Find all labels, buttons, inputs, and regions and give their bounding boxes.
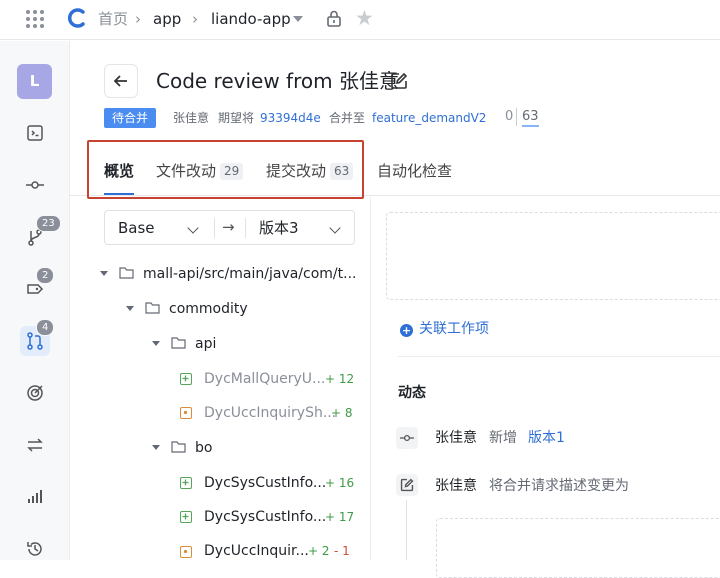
commit-link[interactable]: 93394d4e [260,110,321,126]
back-button[interactable] [104,64,138,98]
link-work-item-label: 关联工作项 [419,321,489,337]
stats-icon[interactable] [20,482,50,512]
tab-label: 自动化检查 [377,162,453,180]
branch-icon[interactable]: 23 [20,215,61,252]
repo-dropdown-icon[interactable] [293,16,303,22]
code-icon[interactable] [20,118,50,148]
app-grid-icon[interactable] [26,10,44,28]
activity-target-link[interactable]: 版本1 [528,429,565,447]
tree-file-item[interactable]: DycMallQueryU... [204,370,325,388]
tree-file-item[interactable]: DycUccInquirySh... [204,404,336,422]
breadcrumb-separator-icon: › [192,10,198,28]
activity-user[interactable]: 张佳意 [435,429,477,447]
activity-user[interactable]: 张佳意 [435,477,477,495]
base-version[interactable]: Base [118,219,155,237]
sync-icon[interactable] [20,430,50,460]
target-icon[interactable] [20,378,50,408]
star-icon[interactable]: ★ [355,6,374,30]
target-version[interactable]: 版本3 [259,219,299,237]
tree-folder-item[interactable]: bo [195,439,212,457]
divider [245,218,246,238]
lock-icon[interactable] [325,9,343,27]
commit-icon [396,427,418,449]
sidebar: L 23 2 4 [0,41,70,560]
tag-icon[interactable]: 2 [20,267,55,304]
logo-icon[interactable] [66,7,88,29]
target-branch-link[interactable]: feature_demandV2 [372,110,486,126]
chevron-down-icon [187,222,199,234]
folder-icon [171,441,186,453]
activity-action: 新增 [489,430,517,446]
tab-auto-check[interactable]: 自动化检查 [377,161,452,181]
caret-down-icon[interactable] [152,445,160,450]
folder-icon [145,302,160,314]
expect-text: 期望将 [218,111,255,125]
author-name: 张佳意 [173,111,210,125]
breadcrumb-home[interactable]: 首页 [98,9,128,29]
description-box[interactable] [386,212,720,300]
additions-count: + 16 [325,476,355,490]
tree-folder-item[interactable]: api [195,335,216,353]
arrow-right-icon: → [222,218,235,236]
description-change-box [436,518,720,578]
edit-icon[interactable] [390,72,408,90]
behind-count: 0 [505,109,514,124]
breadcrumb-repo[interactable]: liando-app [211,9,291,29]
file-modified-icon [180,546,192,558]
file-modified-icon [180,407,192,419]
divider [370,197,371,560]
file-added-icon [180,477,192,489]
avatar[interactable]: L [17,64,52,99]
link-work-item-button[interactable]: + 关联工作项 [400,320,489,338]
tree-file-item[interactable]: DycUccInquir... [204,542,309,560]
divider [398,356,720,357]
caret-down-icon[interactable] [126,306,134,311]
additions-count: + 12 [325,372,355,386]
activity-action: 将合并请求描述变更为 [489,478,629,494]
breadcrumb-project[interactable]: app [153,9,181,29]
timeline-line [406,500,407,560]
arrow-left-icon [113,75,127,87]
commit-icon[interactable] [20,170,50,200]
merge-request-icon[interactable]: 4 [20,319,55,356]
additions-count: + 17 [325,510,355,524]
breadcrumb-separator-icon: › [135,10,141,28]
additions-count: + 8 [331,406,353,420]
page-title: Code review from 张佳意 [156,69,399,93]
highlight-box [87,140,364,199]
activity-title: 动态 [398,385,426,401]
tree-folder-item[interactable]: mall-api/src/main/java/com/t... [143,265,356,283]
tree-folder-item[interactable]: commodity [169,300,248,318]
additions-count: + 2 [308,544,330,558]
folder-icon [119,267,134,279]
tree-file-item[interactable]: DycSysCustInfo... [204,474,326,492]
top-bar: 首页 › app › liando-app ★ [0,0,720,40]
file-added-icon [180,373,192,385]
edit-icon [396,474,418,496]
merge-into-text: 合并至 [329,111,366,125]
add-icon: + [400,324,413,337]
ahead-count: 63 [522,109,539,127]
divider [214,218,215,238]
status-badge: 待合并 [104,108,157,128]
deletions-count: - 1 [334,544,350,558]
chevron-down-icon [329,222,341,234]
folder-icon [171,337,186,349]
branch-count-badge: 23 [36,215,61,232]
caret-down-icon[interactable] [152,341,160,346]
divider [516,108,517,126]
tree-file-item[interactable]: DycSysCustInfo... [204,508,326,526]
tag-count-badge: 2 [36,267,55,284]
caret-down-icon[interactable] [100,271,108,276]
version-compare-select[interactable]: Base → 版本3 [104,210,355,245]
file-added-icon [180,511,192,523]
merge-request-count-badge: 4 [36,319,55,336]
